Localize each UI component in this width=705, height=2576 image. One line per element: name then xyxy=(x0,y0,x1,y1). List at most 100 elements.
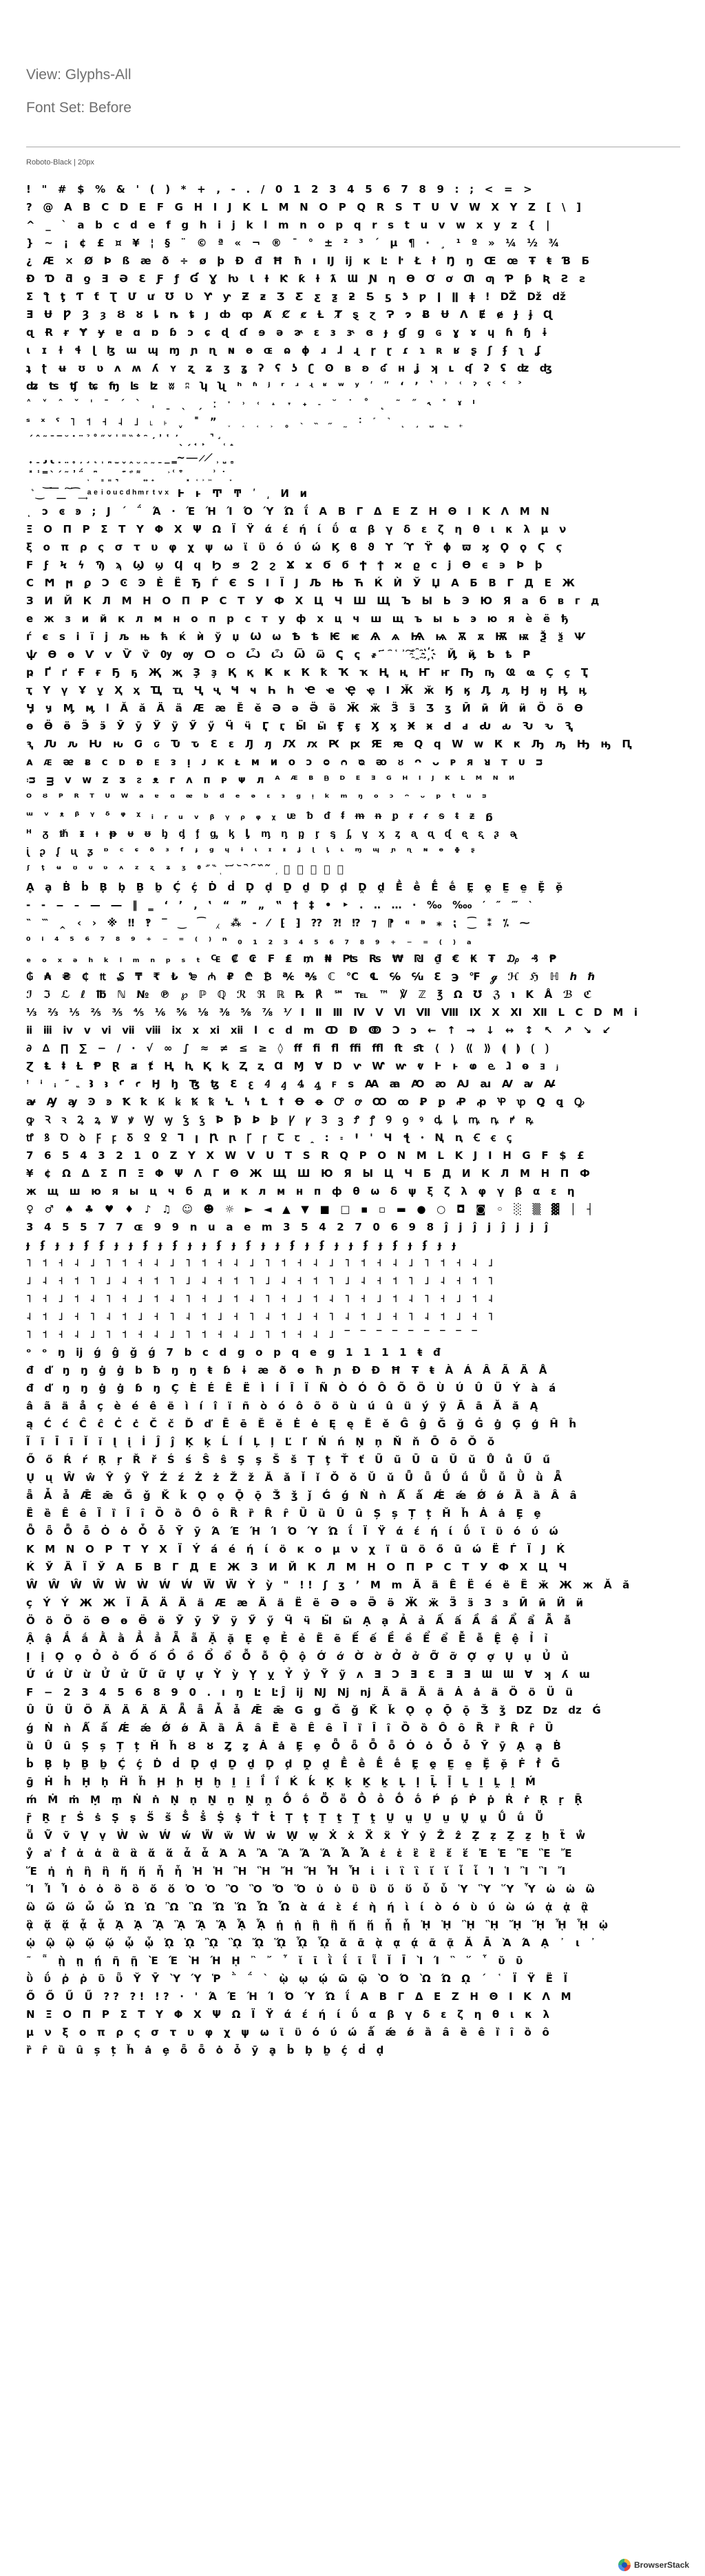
glyph-row: ɋ Ɍ ɍ Ɏ ɏ ɐ ɑ ɒ ɓ ɔ ɕ ɖ ɗ ɘ ə ɚ ɛ ɜ ɝ ɞ … xyxy=(26,326,551,339)
glyph-row: ǵ Ǹ ǹ Ǻ ǻ Ǽ ǽ Ǿ ǿ Ȁ ȁ Ȃ ȃ Ȅ ȅ Ȇ ȇ Ȉ ȉ Ȋ … xyxy=(26,1722,557,1734)
glyph-row: ¿ Æ × Ø Þ ß æ ð ÷ ø þ Đ đ Ħ ħ ı Ĳ ĳ ĸ Ŀ … xyxy=(26,255,593,267)
glyph-row: ˨ ˦ ˩ ˧ ˥ ˨ ˦ ˩ ˧ ˥ ˨ ˦ ˩ ˧ ˥ ˨ ˦ ˩ ˧ ˥ … xyxy=(26,1310,497,1323)
glyph-row: Ϝ ϝ Ϟ ϟ Ϡ ϡ Ϣ ϣ Ϥ ϥ Ϧ ϧ Ϩ ϩ Ϫ ϫ Ϭ ϭ Ϯ ϯ … xyxy=(26,559,546,571)
glyph-row: đ ď ŋ ŋ ġ ġ b ƀ ŋ ŋ ŧ ɓ ɨ æ ð ɵ ħ ɲ Đ Ð … xyxy=(26,1364,551,1376)
glyph-row: ͺ ͻ ͼ ͽ ; Ϳ ΄ ΅ Ά · Έ Ή Ί Ό Ύ Ώ ΐ Α Β Γ … xyxy=(26,505,553,518)
glyph-row: Ξ Ο Π Ρ Σ Τ Υ Φ Χ Ψ Ω Ϊ Ϋ ά έ ή ί ΰ α β … xyxy=(26,523,570,535)
glyph-row: ᾃ ᾄ ᾅ ᾆ ᾇ ᾈ ᾉ ᾊ ᾋ ᾌ ᾍ ᾎ ᾏ ᾐ ᾑ ᾒ ᾓ ᾔ ᾕ ᾖ … xyxy=(26,1919,612,1931)
glyph-row: ꜻ Ꜽ ꜽ Ꜿ ꜿ Ꝁ ꝁ Ꝃ ꝃ Ꝅ ꝅ Ꝇ ꝇ Ꝉ ꝉ Ꝋ ꝋ Ꝍ ꝍ Ꝏ … xyxy=(26,1096,588,1108)
browserstack-badge[interactable]: BrowserStack xyxy=(618,2557,689,2573)
glyph-row: ҭ Ү ү Ұ ұ Ҳ ҳ Ҵ ҵ Ҷ ҷ Ҹ ҹ Һ һ Ҽ ҽ Ҿ ҿ Ӏ … xyxy=(26,684,591,696)
glyph-grid: ! " # $ % & ' ( ) * + , - . / 0 1 2 3 4 … xyxy=(26,180,682,2534)
glyph-row: Ų ų Ŵ ŵ Ŷ ŷ Ÿ Ź ź Ż ż Ž ž Ǎ ǎ Ǐ ǐ Ǒ ǒ Ǔ … xyxy=(26,1471,566,1484)
glyph-row: ˥ ˧ ˩ ˦ ˨ ˥ ˧ ˩ ˦ ˨ ˥ ˧ ˩ ˦ ˨ ˥ ˧ ˩ ˦ ˨ … xyxy=(26,1292,497,1305)
glyph-row: ṝ Ṟ ṟ Ṡ ṡ Ṣ ṣ Ṥ ṥ Ṧ ṧ Ṩ ṩ Ṫ ṫ Ṭ ṭ Ṯ ṯ Ṱ … xyxy=(26,1811,547,1824)
glyph-row: ^ _ ` a b c d e f g h i j k l m n o p q … xyxy=(26,219,554,231)
glyph-row: Ĩ ĩ Ī ī Ĭ ĭ Į į İ Ĵ ĵ Ķ ķ Ĺ ĺ Ļ ļ Ľ ľ Ń … xyxy=(26,1436,498,1448)
glyph-row: ̀ ́ ̂ ̃ ̄ ̅ ̆ ̇ ̈ ̉ ̊ ̋ ̌ ̍ ̎ ̏ ̐ ̑ ̒ ̓ … xyxy=(26,434,238,446)
glyph-row: ẙ ẚ ẛ ἀ ἁ ἂ ἃ ἄ ἅ ἆ ἇ Ἀ Ἁ Ἂ Ἃ Ἄ Ἅ Ἆ Ἇ ἐ … xyxy=(26,1847,576,1860)
glyph-row: ᵸ ᵹ ᵺ ᵻ ᵼ ᵽ ᵾ ᵿ ᶀ ᶁ ᶂ ᶃ ᶄ ᶅ ᶆ ᶇ ᶈ ᶉ ᶊ ᶋ … xyxy=(26,827,520,840)
glyph-row: ˩ ˨ ˧ ˦ ˥ ˩ ˨ ˧ ˦ ˥ ˩ ˨ ˧ ˦ ˥ ˩ ˨ ˧ ˦ ˥ … xyxy=(26,1275,497,1287)
glyph-row: 3 4 5 5 7 7 ɶ 9 9 n u a e m 3 5 4 2 7 0 … xyxy=(26,1221,552,1233)
glyph-row: Ŵ Ŵ Ŵ Ŵ Ẁ Ẁ Ẃ Ẃ Ẅ Ẅ Ỳ ỳ " !! ʃ ʒ ʼ M m Ä… xyxy=(26,1579,633,1591)
glyph-row: ʇ ʈ ʉ ʊ ʋ ʌ ʍ ʎ ʏ ʐ ʑ ʒ ʓ ʔ ʕ ʖ ʗ ʘ ʙ ʚ … xyxy=(26,362,556,374)
glyph-row: ˥ ˦ ˧ ˨ ˩ ˥ ˦ ˧ ˨ ˩ ˥ ˦ ˧ ˨ ˩ ˥ ˦ ˧ ˨ ˩ … xyxy=(26,1257,497,1269)
glyph-row: Ị ị Ọ ọ Ỏ ỏ Ố ố Ồ ồ Ổ ổ Ỗ ỗ Ộ ộ Ớ ớ Ờ ờ … xyxy=(26,1650,573,1663)
glyph-row: ὣ ὤ ὥ ὦ ὧ Ὠ Ὡ Ὢ Ὣ Ὤ Ὥ Ὦ Ὧ ὰ ά ὲ έ ὴ ή ὶ … xyxy=(26,1901,592,1913)
glyph-row: Ő ő Ŕ ŕ Ŗ ŗ Ř ř Ś ś Ŝ ŝ Ş ş Š š Ţ ţ Ť ť … xyxy=(26,1454,554,1466)
font-set-title: Font Set: Before xyxy=(26,100,131,116)
glyph-row: đ ď ŋ ŋ ġ ġ ɓ ŋ Ç È É Ê Ë Ì Í Î Ï Ñ Ò Ó … xyxy=(26,1382,560,1394)
glyph-row: ˥ ˦ ˧ ˨ ˩ ˥ ˦ ˧ ˨ ˩ ˥ ˦ ˧ ˨ ˩ ˥ ˦ ˧ ˨ ˩ … xyxy=(26,1328,481,1341)
glyph-row: Ϲ Ϻ ϻ ϼ Ͻ Ͼ Ͽ Ѐ Ё Ђ Ѓ Є Ѕ І Ї Ј Љ Њ Ћ Ќ … xyxy=(26,577,579,589)
glyph-row: Ǝ Ʉ Ƿ Ȝ ȝ Ȣ ȣ ȴ ȵ ȶ ȷ ȸ ȹ Ⱥ Ȼ ȼ Ƚ Ⱦ ȿ ɀ … xyxy=(26,308,556,321)
glyph-row: ḃ Ḅ ḅ Ḇ ḇ Ḉ ḉ Ḋ ḋ Ḍ ḍ Ḏ ḏ Ḑ ḑ Ḓ ḓ Ḕ ḕ Ḗ … xyxy=(26,1758,564,1770)
glyph-row: Ν Ξ Ο Π Ρ Σ Τ Υ Φ Χ Ψ Ω Ϊ Ϋ ά έ ή ί ΰ α … xyxy=(26,2008,554,2021)
glyph-row: ą Ć ć Ĉ ĉ Ċ ċ Č č Ď ď Ē ē Ĕ ĕ Ė ė Ę ę Ě … xyxy=(26,1418,580,1430)
glyph-row: F − 2 3 4 5 6 8 9 0 . ı ŋ Ŀ ĿĴ ĳ Ǌ ǋ ǌ Ä… xyxy=(26,1686,577,1699)
browserstack-label: BrowserStack xyxy=(634,2560,690,2570)
glyph-row: ȑ ȓ ȕ ȗ ș ț ȟ ȧ ȩ ȫ ȭ ȯ ȱ ȳ ḁ ḃ ḅ ḇ ḉ ḋ … xyxy=(26,2044,388,2056)
glyph-row: ԇ Ԉ ԉ Ԋ ԋ Ԍ ԍ Ԏ ԏ Ԑ ԑ Ԓ ԓ Ԕ ԕ Ԗ ԗ Ԙ ԙ Ԛ … xyxy=(26,738,635,750)
glyph-row: ѓ є ѕ і ї ј љ њ ћ ќ ѝ ў џ Ѡ ѡ Ѣ ѣ Ѥ ѥ Ѧ … xyxy=(26,630,589,643)
glyph-row: ῢ ΰ ῤ ῥ ῦ ῧ Ῠ Ῡ Ὺ Ύ Ῥ ῭ ΅ ` ῲ ῳ ῴ ῶ ῷ Ὸ … xyxy=(26,1972,571,1985)
glyph-row: Ö ö Ӧ ӧ Ө ө Ӫ ӫ Ӯ ӯ Ӱ ӱ Ӳ ӳ Ӵ ӵ Ӹ ӹ Ạ ạ … xyxy=(26,1615,575,1627)
glyph-row: Ậ ậ Ắ ắ Ằ ằ Ẳ ẳ Ẵ ẵ Ặ ặ Ẹ ẹ Ẻ ẻ Ẽ ẽ Ế ế … xyxy=(26,1632,551,1645)
glyph-row: Û Ü Ü Ö Ä Ä Ä Ä Ǟ ǟ Ǡ ǡ Ǣ ǣ Ǥ ǥ Ǧ ǧ Ǩ ǩ … xyxy=(26,1704,604,1716)
glyph-row: μ ν ξ ο π ρ ς σ τ υ φ χ ψ ω ϊ ϋ ό ύ ώ ǻ … xyxy=(26,2026,553,2039)
glyph-row: Ἵ Ἶ Ἷ ὀ ὁ ὂ ὃ ὄ ὅ Ὀ Ὁ Ὂ Ὃ Ὄ Ὅ ὐ ὑ ὒ ὓ ὔ … xyxy=(26,1883,598,1895)
glyph-row: Ứ ứ Ừ ừ Ử ử Ữ ữ Ự ự Ỳ ỳ Ỵ ỵ Ỷ ỷ Ỹ ỹ ʌ Ǝ … xyxy=(26,1668,593,1681)
glyph-row: ө Ӫ ӫ Ӭ ӭ Ӯ ӯ Ӱ ӱ Ӳ ӳ Ӵ ӵ Ӷ ӷ Ӹ ӹ Ӻ ӻ Ӽ … xyxy=(26,720,577,732)
glyph-row: ꜝ ꜞ ꜟ ꜠ ꜡ Ꜣ ꜣ Ꜥ ꜥ Ꜧ ꜧ Ꜩ ꜩ Ꜫ ꜫ Ꜭ ꜭ Ꜯ ꜯ ꜰ … xyxy=(26,1078,559,1090)
glyph-row: ᴀ ᴁ ᴂ ᴃ ᴄ ᴅ ᴆ ᴇ ᴈ ᴉ ᴊ ᴋ ᴌ ᴍ ᴎ ᴏ ᴐ ᴑ ᴒ ᴓ … xyxy=(26,756,547,768)
glyph-row: Ȫ ȫ Ȭ ȭ Ȯ ȯ Ȱ ȱ Ȳ ȳ Ά Έ Ή Ί Ό Ύ Ώ ΐ Ϊ Ϋ … xyxy=(26,1525,562,1537)
glyph-row: } ~ ¡ ¢ £ ¤ ¥ ¦ § ¨ © ª « ¬ ® ¯ ° ± ² ³ … xyxy=(26,237,563,249)
glyph-row: ! " # $ % & ' ( ) * + , - . / 0 1 2 3 4 … xyxy=(26,183,536,195)
glyph-row: Ȅ ȅ Ȇ ȇ Ȉ ȉ Ȋ ȋ Ȍ ȍ Ȏ ȏ Ȑ ȑ Ȓ ȓ Ȕ ȕ Ȗ ȗ … xyxy=(26,1507,545,1520)
glyph-row: ⅱ ⅲ ⅳ ⅴ ⅵ ⅶ ⅷ ⅸ ⅹ ⅺ ⅻ ⅼ ⅽ ⅾ ⅿ ↀ ↁ ↂ Ↄ ↄ … xyxy=(26,1024,615,1036)
view-title: View: Glyphs-All xyxy=(26,67,131,83)
glyph-row: ḡ Ḣ ḣ Ḥ ḥ Ḧ ḧ Ḩ ḩ Ḫ ḫ Ḭ ḭ Ḯ ḯ Ḱ ḱ Ḳ ḳ Ḵ … xyxy=(26,1776,540,1788)
glyph-row: ṻ Ṽ ṽ Ṿ ṿ Ẁ ẁ Ẃ ẃ Ẅ ẅ Ẇ ẇ Ẉ ẉ Ẋ ẋ Ẍ ẍ Ẏ … xyxy=(26,1829,589,1842)
glyph-row: З И Й К Л М Н О П Р С Т У Ф Х Ц Ч Ш Щ Ъ … xyxy=(26,595,603,607)
glyph-row: ˄ ˅ ˆ ˇ ˈ ˉ ˊ ˋ ˌ ˍ ˎ ˏ ː ˑ ˒ ˓ ˔ ˕ ˖ ˗ … xyxy=(26,398,478,410)
glyph-row: Ἕ ἠ ἡ ἢ ἣ ἤ ἥ ἦ ἧ Ἠ Ἡ Ἢ Ἣ Ἤ Ἥ Ἦ Ἧ ἰ ἱ ἲ … xyxy=(26,1865,569,1877)
glyph-row: ͚ ͛ ͜ ͝ ͞ ͟ ͠ ͡ ͢ ͣ ͤ ͥ ͦ ͧ ͨ ͩ ͪ ͫ ͬ ͭ … xyxy=(26,487,311,500)
glyph-row: ɩ ɪ ɫ ɬ ɭ ɮ ɯ ɰ ɱ ɲ ɳ ɴ ɵ ɶ ɷ ɸ ɹ ɺ ɻ ɼ … xyxy=(26,344,545,356)
glyph-row: ∂ ∆ ∏ ∑ − ∕ ∙ √ ∞ ∫ ≈ ≠ ≤ ≥ ◊ ﬀ ﬁ ﬂ ﬃ ﬄ … xyxy=(26,1042,553,1054)
glyph-row: ᵚ ᵛ ᵜ ᵝ ᵞ ᵟ ᵠ ᵡ ᵢ ᵣ ᵤ ᵥ ᵦ ᵧ ᵨ ᵩ ᵪ ᵫ ᵬ ᵭ … xyxy=(26,809,496,822)
font-label: Roboto-Black | 20px xyxy=(26,158,94,167)
glyph-row: ῀ ῁ ῂ ῃ ῄ ῆ ῇ Ὲ Έ Ὴ Ή ῌ ῍ ῎ ῏ ῐ ῑ ῒ ΐ ῖ … xyxy=(26,1955,527,1967)
glyph-row: 7 6 5 4 3 2 1 0 Z Y X W V U T S R Q P O … xyxy=(26,1149,588,1162)
glyph-row: ҏ Ґ ґ Ғ ғ Ҕ ҕ Җ җ Ҙ ҙ Қ қ Ҝ ҝ Ҟ ҟ Ҡ ҡ Ң … xyxy=(26,666,592,679)
glyph-row: ̼ ̽ ̾ ̿ ̀ ́ ͂ ̓ ̈́ ͅ ͆ ͇ ͈ ͉ ͊ ͋ ͌ ͍ ͎ ͏… xyxy=(26,469,235,482)
glyph-row: ж щ ш ю я ы ц ч б д и к л м н п ф θ ω δ … xyxy=(26,1185,578,1197)
glyph-row: ‐ ‑ ‒ – — ― ‖ ‗ ‘ ’ ‚ ‛ “ ” „ ‟ † ‡ • ‣ … xyxy=(26,899,536,911)
glyph-row: Ɖ Ɗ ƌ ƍ Ǝ Ə Ɛ Ƒ ƒ Ɠ Ɣ ƕ Ɩ Ɨ Ƙ ƙ ƚ ƛ Ɯ Ɲ … xyxy=(26,273,589,285)
glyph-row: ᶖ ᶗ ᶘ ᶙ ᶚ ᶛ ᶜ ᶝ ᶞ ᶟ ᶠ ᶡ ᶢ ᶣ ᶤ ᶥ ᶦ ᶧ ᶨ ᶩ … xyxy=(26,845,479,858)
glyph-row: ‶ ‷ ‸ ‹ › ※ ‼ ‽ ‾ ‿ ⁀ ⁁ ⁂ ⁃ ⁄ ⁅ ⁆ ⁇ ⁈ ⁉ … xyxy=(26,917,534,929)
glyph-row: ᴼ ᴽ ᴾ ᴿ ᵀ ᵁ ᵂ ᵃ ᵄ ᵅ ᵆ ᵇ ᵈ ᵉ ᵊ ᵋ ᵌ ᵍ ᵎ ᵏ … xyxy=(26,791,491,804)
glyph-row: ѱ Ѳ ѳ Ѵ ѵ Ѷ ѷ Ѹ ѹ Ѻ ѻ Ѽ ѽ Ѿ ѿ Ҁ ҁ ҂ ҃ ҄ … xyxy=(26,648,534,661)
glyph-row: ʥ ʦ ʧ ʨ ʩ ʪ ʫ ʬ ʭ ʮ ʯ ʰ ʱ ʲ ʳ ʴ ʵ ʶ ʷ ʸ … xyxy=(26,380,527,392)
glyph-row: ˢ ˣ ˤ ˥ ˦ ˧ ˨ ˩ ˪ ˫ ˬ ˭ ˮ ˯ ˰ ˱ ˲ ˳ ˴ ˵ … xyxy=(26,416,467,428)
glyph-row: ᵒ ᵒ ŋ ĳ ǵ ĝ ǧ ǵ 7 b c d g o p q e g 1 1 … xyxy=(26,1346,444,1359)
glyph-row: ℐ ℑ ℒ ℓ ℔ ℕ № ℗ ℘ ℙ ℚ ℛ ℜ ℝ ℞ ℟ ℠ ℡ ™ ℣ … xyxy=(26,988,596,1001)
glyph-row: ♀ ♂ ♠ ♣ ♥ ♦ ♪ ♫ ☺ ☻ ☼ ► ◄ ▲ ▼ ■ □ ▪ ▫ ▬ … xyxy=(26,1203,597,1215)
glyph-row: ᾡ ᾢ ᾣ ᾤ ᾥ ᾦ ᾧ ᾨ ᾩ ᾪ ᾫ ᾬ ᾭ ᾮ ᾯ ᾰ ᾱ ᾲ ᾳ ᾴ … xyxy=(26,1937,600,1949)
glyph-row: Ӌ ӌ Ӎ ӎ ӏ Ӑ ӑ Ӓ ӓ Ӕ ӕ Ӗ ӗ Ә ә Ӛ ӛ Ӝ ӝ Ӟ … xyxy=(26,702,587,714)
glyph-row: ꝷ ꝸ Ꝺ ꝺ Ꝼ ꝼ Ᵹ Ꝿ ꝿ Ꞁ ꞁ Ꞃ ꞃ Ꞅ ꞅ Ꞇ ꞇ ꞈ ꞉ ꞊ … xyxy=(26,1131,516,1144)
glyph-row: Ʃ ƪ ƫ Ƭ ƭ Ʈ Ư ư Ʊ Ʋ Ƴ ƴ Ƶ ƶ Ʒ Ƹ ƹ ƺ ƻ Ƽ … xyxy=(26,290,569,303)
glyph-row: ₑ ₒ ₓ ₔ ₕ ₖ ₗ ₘ ₙ ₚ ₛ ₜ ₠ ₡ ₢ ₣ ₤ ₥ ₦ ₧ … xyxy=(26,952,560,965)
glyph-lines: ! " # $ % & ' ( ) * + , - . / 0 1 2 3 4 … xyxy=(26,180,682,2059)
page-header: View: Glyphs-All Font Set: Before xyxy=(26,66,680,117)
glyph-row: е ж з и й к л м н о п р с т у ф х ц ч ш … xyxy=(26,613,572,625)
glyph-row: Ɀ Ⱡ ⱡ Ɫ Ᵽ Ɽ ⱥ ⱦ Ⱨ ⱨ Ⱪ ⱪ Ⱬ ⱬ Ɑ Ɱ Ɐ Ɒ ⱱ Ⱳ … xyxy=(26,1060,562,1072)
glyph-row: ᴞ ᴟ ᴠ ᴡ ᴢ ᴣ ᴤ ᴥ ᴦ ᴧ ᴨ ᴩ ᴪ ᴫ ᴬ ᴭ ᴮ ᴯ ᴰ ᴱ … xyxy=(26,774,518,786)
glyph-row: ȕ Ȗ ȗ Ș ș Ț ț Ȟ ȟ Ȣ ȣ Ȥ ȥ Ȧ ȧ Ȩ ȩ Ȫ ȫ Ȭ … xyxy=(26,1740,565,1752)
glyph-row: ᶴ ᶵ ᶶ ᶷ ᶸ ᶹ ᶺ ᶻ ᶼ ᶽ ᶾ ᶿ ᷀ ᷁ ᷂ ᷃ ᷄ ᷅ ᷆ ᷇ … xyxy=(26,863,348,875)
glyph-row: K M N O P T Y X Ï Ý á é ή ί ö ĸ ο μ ν χ … xyxy=(26,1543,569,1555)
glyph-row: Ḁ ḁ Ḃ ḃ Ḅ ḅ Ḇ ḇ Ḉ ḉ Ḋ ḋ Ḍ ḍ Ḏ ḏ Ḑ ḑ Ḓ ḓ … xyxy=(26,881,567,893)
glyph-row: â ã ä å ç è é ê ë ì í î ï ñ ò ó ô õ ö ù … xyxy=(26,1400,542,1412)
glyph-row: ? @ A B C D E F G H I J K L M N O P Q R … xyxy=(26,201,585,213)
